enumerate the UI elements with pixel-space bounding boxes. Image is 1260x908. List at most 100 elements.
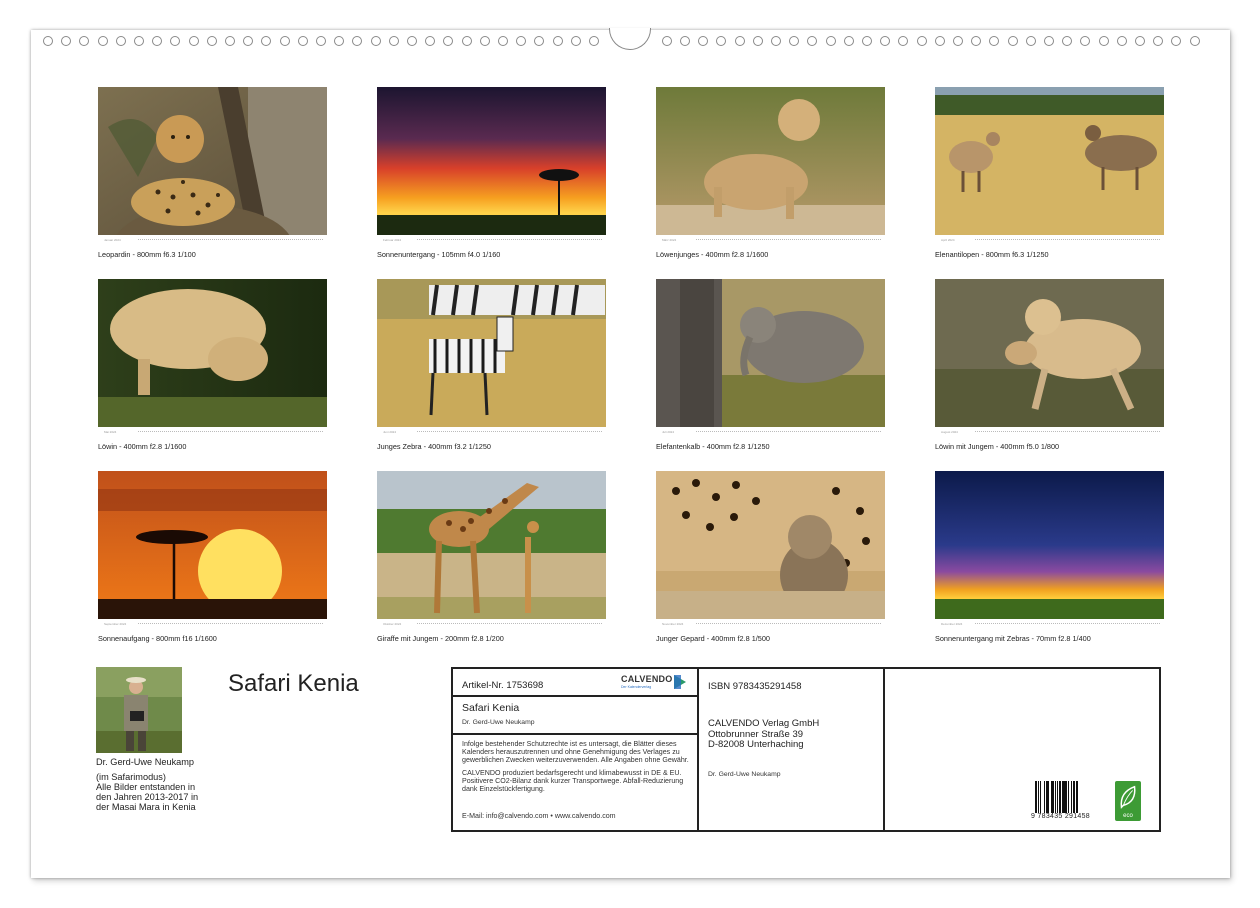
binding-rings — [31, 28, 1230, 54]
binding-ring — [825, 36, 836, 46]
binding-ring — [334, 36, 345, 46]
calvendo-logo: CALVENDO Der Kalenderverlag — [621, 673, 691, 693]
author-info: Dr. Gerd-Uwe Neukamp (im Safarimodus) Al… — [96, 757, 226, 812]
binding-ring — [843, 36, 854, 46]
binding-ring — [261, 36, 272, 46]
binding-ring — [1153, 36, 1164, 46]
photo-caption: Sonnenuntergang mit Zebras - 70mm f2.8 1… — [935, 634, 1091, 643]
info-column-publisher: ISBN 9783435291458 CALVENDO Verlag GmbH … — [699, 669, 885, 830]
publisher-author: Dr. Gerd-Uwe Neukamp — [708, 771, 781, 778]
binding-ring — [243, 36, 254, 46]
binding-ring — [752, 36, 763, 46]
elephant-calf-image — [656, 279, 885, 427]
binding-ring — [1080, 36, 1091, 46]
publisher-info-box: Artikel-Nr. 1753698 CALVENDO Der Kalende… — [451, 667, 1161, 832]
binding-ring — [170, 36, 181, 46]
month-strip: Juni 2024 — [377, 429, 606, 435]
month-strip: Februar 2024 — [377, 237, 606, 243]
month-strip: März 2024 — [656, 237, 885, 243]
binding-ring — [425, 36, 436, 46]
legal-notice: Infolge bestehender Schutzrechte ist es … — [462, 740, 692, 798]
binding-ring — [1135, 36, 1145, 46]
binding-ring — [789, 36, 800, 46]
binding-ring — [461, 36, 472, 46]
month-strip: Januar 2024 — [98, 237, 327, 243]
author-line: den Jahren 2013-2017 in — [96, 792, 199, 802]
binding-ring — [407, 36, 417, 46]
photo-caption: Elefantenkalb - 400mm f2.8 1/1250 — [656, 442, 770, 451]
photo-january — [98, 87, 327, 235]
lioness-image — [98, 279, 327, 427]
month-strip: September 2024 — [98, 621, 327, 627]
photo-caption: Löwenjunges - 400mm f2.8 1/1600 — [656, 250, 769, 259]
cheetah-cub-image — [656, 471, 885, 619]
binding-ring — [971, 36, 982, 46]
giraffe-image — [377, 471, 606, 619]
month-strip: Dezember 2024 — [935, 621, 1164, 627]
binding-ring — [1044, 36, 1054, 46]
photo-november — [656, 471, 885, 619]
title-row: Safari Kenia Dr. Gerd-Uwe Neukamp — [453, 697, 697, 735]
binding-ring — [661, 36, 672, 46]
month-strip: Oktober 2024 — [377, 621, 606, 627]
photo-may — [98, 279, 327, 427]
contact-line: E-Mail: info@calvendo.com • www.calvendo… — [462, 812, 616, 820]
photo-caption: Löwin mit Jungem - 400mm f5.0 1/800 — [935, 442, 1060, 451]
binding-ring — [43, 36, 53, 46]
binding-ring — [352, 36, 363, 46]
eco-label: eco — [1123, 813, 1133, 819]
photo-caption: Giraffe mit Jungem - 200mm f2.8 1/200 — [377, 634, 504, 643]
binding-ring — [279, 36, 290, 46]
binding-ring — [771, 36, 781, 46]
month-strip: Mai 2024 — [98, 429, 327, 435]
zebra-image — [377, 279, 606, 427]
hanger-notch — [609, 28, 651, 50]
binding-ring — [1062, 36, 1073, 46]
photo-march — [656, 87, 885, 235]
binding-ring — [152, 36, 163, 46]
binding-ring — [388, 36, 399, 46]
binding-ring — [115, 36, 126, 46]
photo-caption: Löwin - 400mm f2.8 1/1600 — [98, 442, 187, 451]
binding-ring — [1007, 36, 1018, 46]
photo-february — [377, 87, 606, 235]
photo-caption: Junges Zebra - 400mm f3.2 1/1250 — [377, 442, 491, 451]
binding-ring — [188, 36, 199, 46]
photo-caption: Junger Gepard - 400mm f2.8 1/500 — [656, 634, 770, 643]
binding-ring — [880, 36, 891, 46]
binding-ring — [443, 36, 454, 46]
calendar-title: Safari Kenia — [228, 670, 359, 697]
leopard-image — [98, 87, 327, 235]
photo-august — [935, 279, 1164, 427]
binding-ring — [97, 36, 108, 46]
binding-ring — [1116, 36, 1127, 46]
binding-ring — [934, 36, 945, 46]
sunrise-image — [98, 471, 327, 619]
calendar-page: Januar 2024 Leopardin - 800mm f6.3 1/100… — [31, 28, 1230, 878]
box-title: Safari Kenia — [462, 702, 520, 714]
article-row: Artikel-Nr. 1753698 CALVENDO Der Kalende… — [453, 669, 697, 697]
info-column-product: Artikel-Nr. 1753698 CALVENDO Der Kalende… — [453, 669, 699, 830]
binding-ring — [225, 36, 235, 46]
publisher-address: CALVENDO Verlag GmbH Ottobrunner Straße … — [708, 718, 819, 751]
photo-caption: Elenantilopen - 800mm f6.3 1/1250 — [935, 250, 1049, 259]
publisher-line: D-82008 Unterhaching — [708, 739, 804, 750]
photo-april — [935, 87, 1164, 235]
legal-copyright: Infolge bestehender Schutzrechte ist es … — [462, 740, 689, 764]
eland-image — [935, 87, 1164, 235]
photo-caption: Sonnenuntergang - 105mm f4.0 1/160 — [377, 250, 501, 259]
photo-caption: Leopardin - 800mm f6.3 1/100 — [98, 250, 196, 259]
barcode: 9 783435 291458 — [1031, 781, 1097, 821]
binding-ring — [589, 36, 599, 46]
author-line: der Masai Mara in Kenia — [96, 802, 196, 812]
binding-ring — [680, 36, 690, 46]
box-author: Dr. Gerd-Uwe Neukamp — [462, 719, 535, 726]
binding-ring — [953, 36, 963, 46]
legal-production: CALVENDO produziert bedarfsgerecht und k… — [462, 769, 684, 793]
binding-ring — [479, 36, 490, 46]
calvendo-logo-name: CALVENDO — [621, 674, 673, 684]
leaf-icon — [1120, 785, 1136, 809]
month-strip: August 2024 — [935, 429, 1164, 435]
photo-june — [377, 279, 606, 427]
barcode-bar — [1077, 781, 1079, 813]
